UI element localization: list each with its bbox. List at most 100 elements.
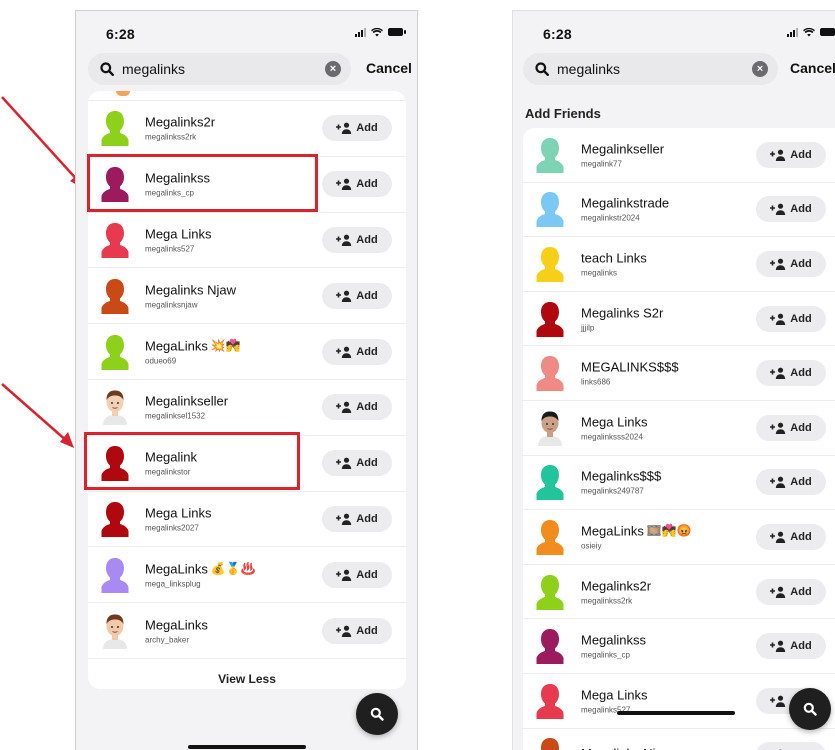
avatar[interactable] <box>100 612 130 650</box>
search-fab-button[interactable] <box>789 688 831 730</box>
avatar[interactable] <box>535 354 565 392</box>
add-friend-button[interactable]: Add <box>756 141 826 168</box>
display-name-text: MegaLinks <box>581 523 644 539</box>
add-friend-button[interactable]: Add <box>322 226 392 253</box>
avatar[interactable] <box>535 190 565 228</box>
user-info: Megalinks Njaw megalinksnjaw <box>145 282 236 309</box>
home-indicator[interactable] <box>617 711 735 715</box>
view-less-button[interactable]: View Less <box>88 659 406 689</box>
add-button-label: Add <box>790 203 812 216</box>
avatar[interactable] <box>100 333 130 371</box>
list-item[interactable]: Mega Linksmegalinks527Add <box>88 213 406 269</box>
add-friend-button[interactable]: Add <box>756 633 826 660</box>
list-item[interactable]: MegaLinks 💰🥇♨️ mega_linksplug Add <box>88 547 406 604</box>
add-friend-button[interactable]: Add <box>322 338 392 365</box>
list-item[interactable]: Mega Links megalinksss2024 Add <box>523 401 835 456</box>
avatar[interactable] <box>535 463 565 501</box>
add-button-label: Add <box>356 233 378 246</box>
cancel-button[interactable]: Cancel <box>366 60 412 76</box>
display-name-text: teach Links <box>581 250 647 266</box>
list-item[interactable]: Mega Linksmegalinks527Add <box>523 674 835 729</box>
list-item[interactable]: Megalinks Njaw megalinksnjaw Add <box>88 268 406 325</box>
add-button-label: Add <box>356 122 378 135</box>
list-item[interactable]: MEGALINKS$$$ links686 Add <box>523 346 835 401</box>
add-button-label: Add <box>356 568 378 581</box>
display-name: Megalinks S2r <box>581 305 663 320</box>
user-info: Megalinks2r megalinkss2rk <box>145 115 215 142</box>
search-input[interactable]: megalinks <box>122 61 325 77</box>
search-bar[interactable]: megalinks × <box>523 53 778 85</box>
list-item[interactable]: teach Links megalinks Add <box>523 237 835 292</box>
avatar[interactable] <box>535 518 565 556</box>
avatar[interactable] <box>535 627 565 665</box>
list-item[interactable]: Megalinkseller megalinksel1532 Add <box>88 380 406 436</box>
clear-icon[interactable]: × <box>752 61 768 77</box>
list-item[interactable]: MegaLinks 💥💏 odueo69 Add <box>88 324 406 380</box>
add-friend-button[interactable]: Add <box>322 171 392 198</box>
user-info: teach Links megalinks <box>581 250 647 277</box>
add-friend-icon <box>336 178 352 191</box>
avatar[interactable] <box>535 736 565 750</box>
add-friend-button[interactable]: Add <box>756 578 826 605</box>
annotation-arrow-2 <box>1 383 74 448</box>
search-bar[interactable]: megalinks × <box>88 53 351 85</box>
list-item[interactable]: Megalinks$$$ megalinks249787 Add <box>523 456 835 511</box>
avatar[interactable] <box>535 682 565 720</box>
avatar[interactable] <box>100 556 130 594</box>
search-input[interactable]: megalinks <box>557 61 752 77</box>
add-friend-button[interactable]: Add <box>322 450 392 477</box>
clear-icon[interactable]: × <box>325 61 341 77</box>
username: megalinkss2rk <box>581 596 633 606</box>
list-item[interactable]: Megalinks S2r jjjilp Add <box>523 292 835 347</box>
list-item[interactable]: MegaLinks archy_baker Add <box>88 603 406 659</box>
add-friend-button[interactable]: Add <box>322 505 392 532</box>
add-friend-button[interactable]: Add <box>322 282 392 309</box>
add-friend-icon <box>770 586 786 598</box>
avatar[interactable] <box>100 388 130 426</box>
user-info: Megalinks$$$ megalinks249787 <box>581 469 661 496</box>
display-name: Megalinks Njaw <box>581 746 672 750</box>
avatar[interactable] <box>100 109 130 147</box>
list-item[interactable]: Megalinkseller megalink77 Add <box>523 128 835 183</box>
list-item[interactable]: MegaLinks 🎞️💏😡 osieiy Add <box>523 510 835 565</box>
add-friend-button[interactable]: Add <box>322 617 392 644</box>
add-friend-button[interactable]: Add <box>756 414 826 441</box>
add-button-label: Add <box>790 421 812 434</box>
add-friend-button[interactable]: Add <box>756 523 826 550</box>
avatar[interactable] <box>100 277 130 315</box>
list-item[interactable]: Megalinkss megalinks_cp Add <box>523 619 835 674</box>
add-friend-button[interactable]: Add <box>756 250 826 277</box>
avatar[interactable] <box>100 221 130 259</box>
add-friend-icon <box>336 122 352 135</box>
username: megalinks_cp <box>581 650 630 660</box>
add-friend-button[interactable]: Add <box>756 469 826 496</box>
search-fab-button[interactable] <box>356 693 398 735</box>
list-item[interactable]: Megalinkstrade megalinkstr2024 Add <box>523 183 835 238</box>
add-friend-icon <box>336 234 352 246</box>
add-friend-button[interactable]: Add <box>756 360 826 387</box>
add-friend-button[interactable]: Add <box>322 394 392 421</box>
search-icon <box>533 60 551 78</box>
cancel-button[interactable]: Cancel <box>790 60 835 76</box>
avatar[interactable] <box>535 300 565 338</box>
avatar[interactable] <box>535 573 565 611</box>
list-item-partial <box>88 91 406 101</box>
status-time: 6:28 <box>106 26 135 42</box>
add-friend-button[interactable]: Add <box>322 561 392 588</box>
avatar[interactable] <box>100 500 130 538</box>
avatar[interactable] <box>535 245 565 283</box>
user-info: Megalinkstrade megalinkstr2024 <box>581 196 669 223</box>
list-item[interactable]: Mega Links megalinks2027 Add <box>88 492 406 548</box>
display-name-text: MegaLinks <box>145 617 208 633</box>
add-friend-button[interactable]: Add <box>756 305 826 332</box>
username: megalinksel1532 <box>145 411 206 421</box>
add-friend-button[interactable]: Add <box>756 196 826 223</box>
add-friend-button[interactable]: Add <box>756 742 826 750</box>
avatar[interactable] <box>535 136 565 174</box>
avatar[interactable] <box>535 409 565 447</box>
add-friend-button[interactable]: Add <box>322 115 392 142</box>
list-item[interactable]: Megalinks2r megalinkss2rk Add <box>88 101 406 157</box>
home-indicator[interactable] <box>188 745 306 749</box>
list-item[interactable]: Megalinks Njaw Add <box>523 729 835 750</box>
list-item[interactable]: Megalinks2r megalinkss2rk Add <box>523 565 835 620</box>
